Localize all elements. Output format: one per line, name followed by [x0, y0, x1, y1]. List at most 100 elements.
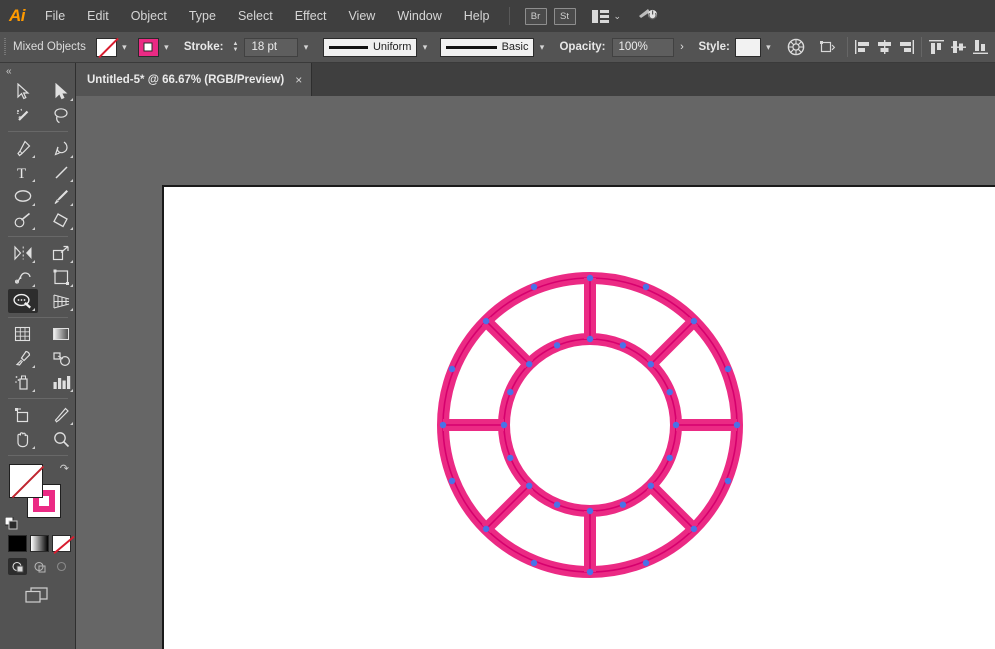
- stroke-profile-select[interactable]: Uniform: [323, 37, 418, 57]
- document-tab[interactable]: Untitled-5* @ 66.67% (RGB/Preview) ×: [76, 63, 313, 96]
- menu-item-view[interactable]: View: [337, 0, 386, 32]
- tool-perspective-grid[interactable]: [46, 289, 76, 313]
- menu-item-effect[interactable]: Effect: [284, 0, 338, 32]
- tool-eraser[interactable]: [46, 208, 76, 232]
- draw-inside-icon: [56, 561, 67, 572]
- zoom-tool-icon: [53, 431, 69, 447]
- hand-tool-icon: [17, 431, 29, 447]
- graphic-style-swatch[interactable]: [734, 37, 761, 57]
- stock-icon[interactable]: St: [553, 7, 576, 25]
- draw-normal-button[interactable]: [8, 558, 27, 575]
- swap-fill-stroke-icon[interactable]: ↷: [60, 462, 69, 475]
- tool-type[interactable]: T: [8, 160, 38, 184]
- tool-artboard[interactable]: [8, 403, 38, 427]
- fill-swatch[interactable]: [9, 464, 43, 498]
- tool-shaper[interactable]: [8, 208, 38, 232]
- style-label: Style:: [698, 41, 730, 53]
- stroke-weight-input[interactable]: 18 pt: [244, 37, 299, 57]
- brush-definition-chevron-down-icon[interactable]: ▾: [534, 38, 549, 57]
- opacity-label: Opacity:: [559, 41, 606, 53]
- tool-magic-wand[interactable]: [8, 103, 38, 127]
- tool-slice[interactable]: [46, 403, 76, 427]
- menu-item-select[interactable]: Select: [227, 0, 284, 32]
- eyedropper-tool-icon: [15, 350, 30, 366]
- default-fill-stroke-icon[interactable]: [5, 517, 18, 530]
- none-button[interactable]: [52, 535, 71, 552]
- transform-icon[interactable]: [817, 36, 839, 58]
- workspace-switcher-glyph: [639, 8, 658, 19]
- tool-rotate[interactable]: [8, 241, 38, 265]
- life-preserver-artwork[interactable]: [164, 187, 995, 649]
- tool-blend[interactable]: [46, 346, 76, 370]
- tool-zoom[interactable]: [46, 427, 76, 451]
- tool-paintbrush[interactable]: [46, 184, 76, 208]
- recolor-artwork-icon[interactable]: [785, 36, 807, 58]
- fill-stroke-controls: ↷: [0, 462, 76, 532]
- stroke-dropdown-chevron-down-icon[interactable]: ▾: [159, 38, 174, 57]
- color-button[interactable]: [8, 535, 27, 552]
- tool-column-graph[interactable]: [46, 370, 76, 394]
- tool-pen[interactable]: [8, 136, 38, 160]
- align-vertical-center-icon[interactable]: [948, 36, 970, 58]
- document-tab-bar: Untitled-5* @ 66.67% (RGB/Preview) ×: [0, 63, 995, 96]
- tool-selection[interactable]: [8, 79, 38, 103]
- menu-item-help[interactable]: Help: [453, 0, 501, 32]
- tool-mesh[interactable]: [8, 322, 38, 346]
- tool-line-segment[interactable]: [46, 160, 76, 184]
- tool-divider: [8, 236, 68, 237]
- tool-gradient[interactable]: [46, 322, 76, 346]
- align-top-icon[interactable]: [926, 36, 948, 58]
- tool-divider: [8, 317, 68, 318]
- tool-scale[interactable]: [46, 241, 76, 265]
- tool-symbol-sprayer[interactable]: [8, 370, 38, 394]
- opacity-input[interactable]: 100%: [611, 37, 674, 57]
- tool-shape-builder[interactable]: [8, 289, 38, 313]
- tool-width[interactable]: [8, 265, 38, 289]
- align-right-icon[interactable]: [896, 36, 918, 58]
- tool-lasso[interactable]: [46, 103, 76, 127]
- draw-inside-button[interactable]: [52, 558, 71, 575]
- artboard[interactable]: [162, 185, 995, 649]
- gradient-button[interactable]: [30, 535, 49, 552]
- workspace-switcher-icon[interactable]: [637, 5, 659, 28]
- align-horizontal-center-icon[interactable]: [874, 36, 896, 58]
- tool-direct-selection[interactable]: [46, 79, 76, 103]
- align-bottom-icon[interactable]: [970, 36, 992, 58]
- stroke-weight-stepper[interactable]: ▲ ▼: [229, 38, 241, 57]
- artboard-tool-icon: [15, 407, 29, 422]
- brush-definition-select[interactable]: Basic: [440, 37, 535, 57]
- fill-dropdown-chevron-down-icon[interactable]: ▾: [117, 38, 132, 57]
- bridge-icon[interactable]: Br: [524, 7, 547, 25]
- control-bar-grip[interactable]: [0, 32, 9, 63]
- align-left-icon[interactable]: [852, 36, 874, 58]
- menu-item-file[interactable]: File: [34, 0, 76, 32]
- draw-behind-button[interactable]: [30, 558, 49, 575]
- menu-item-window[interactable]: Window: [386, 0, 452, 32]
- stroke-color-swatch[interactable]: [137, 37, 159, 57]
- menu-item-edit[interactable]: Edit: [76, 0, 120, 32]
- close-icon[interactable]: ×: [295, 74, 302, 86]
- collapse-panel-icon[interactable]: «: [0, 63, 75, 79]
- tool-curvature[interactable]: [46, 136, 76, 160]
- eraser-tool-icon: [53, 212, 68, 227]
- canvas-area[interactable]: [76, 96, 995, 649]
- tool-hand[interactable]: [8, 427, 38, 451]
- arrange-documents-icon[interactable]: ⌄: [591, 9, 621, 23]
- change-screen-mode-button[interactable]: [0, 575, 75, 604]
- menu-item-object[interactable]: Object: [120, 0, 178, 32]
- tool-eyedropper[interactable]: [8, 346, 38, 370]
- style-chevron-down-icon[interactable]: ▾: [761, 38, 776, 57]
- blend-tool-icon: [52, 351, 70, 366]
- tool-group-indicator: [32, 284, 35, 287]
- stroke-weight-chevron-down-icon[interactable]: ▾: [298, 38, 313, 57]
- stepper-down-icon[interactable]: ▼: [233, 47, 239, 53]
- opacity-options-chevron-right-icon[interactable]: ›: [674, 38, 691, 57]
- menu-item-type[interactable]: Type: [178, 0, 227, 32]
- fill-color-swatch[interactable]: [95, 37, 117, 57]
- tool-free-transform[interactable]: [46, 265, 76, 289]
- ellipse-tool-icon: [14, 189, 31, 202]
- perspective-grid-tool-icon: [53, 294, 69, 308]
- stroke-profile-chevron-down-icon[interactable]: ▾: [417, 38, 432, 57]
- tool-ellipse[interactable]: [8, 184, 38, 208]
- tool-grid: T: [0, 79, 76, 451]
